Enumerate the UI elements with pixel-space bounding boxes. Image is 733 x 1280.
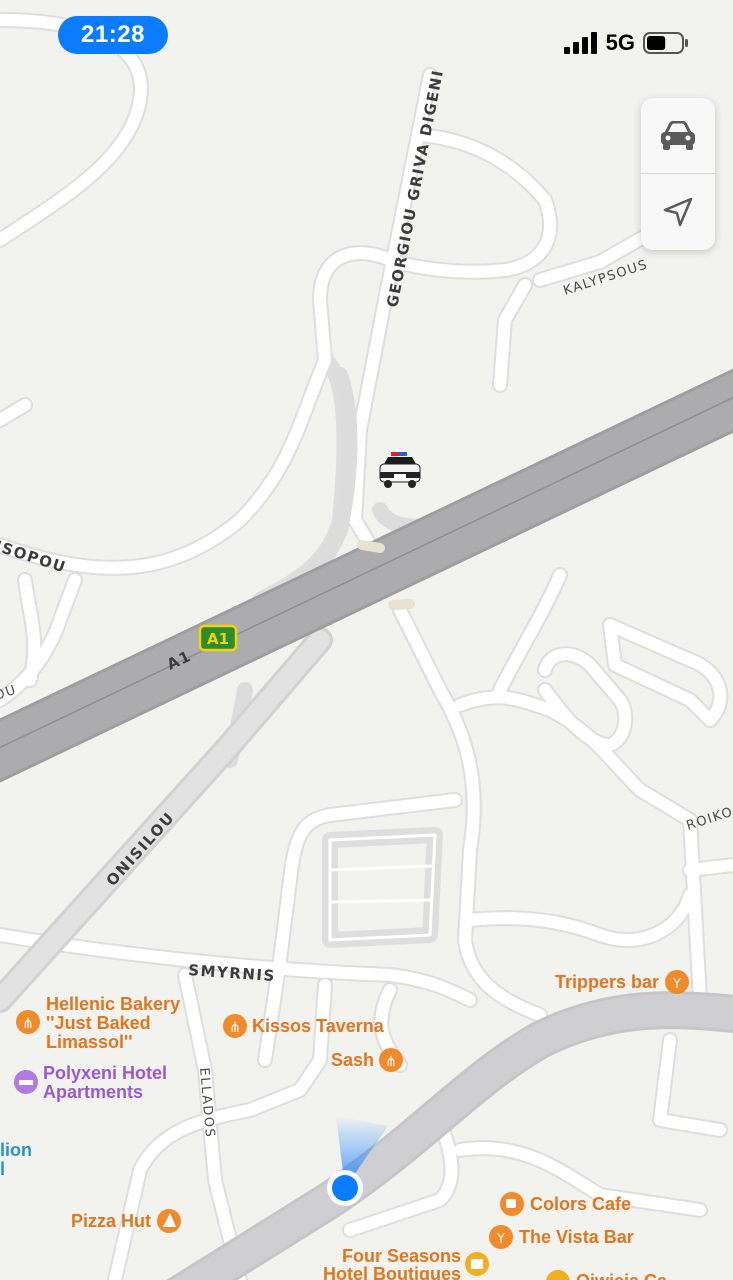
poi-label-line1: Hellenic Bakery	[46, 994, 180, 1014]
poi-colors-cafe[interactable]: Colors Cafe	[500, 1192, 631, 1216]
poi-label: Oiwieia Ca	[576, 1271, 668, 1280]
network-type: 5G	[605, 30, 635, 55]
poi-trippers-bar[interactable]: Y Trippers bar	[555, 970, 689, 994]
bed-icon	[19, 1080, 33, 1085]
driving-mode-button[interactable]	[641, 98, 715, 173]
shopping-bag-icon	[471, 1259, 483, 1269]
coffee-cup-icon	[506, 1199, 516, 1208]
poi-label-line1: lion	[0, 1140, 32, 1160]
fork-knife-icon: ⋔	[22, 1016, 34, 1032]
location-arrow-icon	[663, 197, 693, 226]
poi-pizza-hut[interactable]: Pizza Hut	[71, 1209, 181, 1233]
map-controls-panel	[641, 98, 715, 250]
cocktail-icon: Y	[672, 977, 681, 992]
poi-polyxeni-hotel[interactable]: Polyxeni Hotel Apartments	[14, 1063, 167, 1102]
poi-sash[interactable]: ⋔ Sash	[331, 1048, 403, 1072]
poi-label: Pizza Hut	[71, 1211, 151, 1231]
highway-shield-icon: A1	[198, 624, 238, 652]
road-label-isopou: ISOPOU	[0, 537, 69, 577]
poi-label-line2: ''Just Baked	[46, 1013, 151, 1033]
status-time[interactable]: 21:28	[58, 16, 168, 54]
poi-vista-bar[interactable]: Y The Vista Bar	[489, 1225, 634, 1249]
fork-knife-icon: ⋔	[229, 1020, 241, 1036]
cocktail-icon: Y	[496, 1232, 505, 1247]
poi-label-line1: Polyxeni Hotel	[43, 1063, 167, 1083]
map-canvas[interactable]: A1 GEORGIOU GRIVA DIGENI KALYPSOUS ISOPO…	[0, 0, 733, 1280]
poi-label: Sash	[331, 1050, 374, 1070]
poi-label: Kissos Taverna	[252, 1016, 385, 1036]
poi-label-line1: Four Seasons	[342, 1246, 461, 1266]
poi-four-seasons[interactable]: Four Seasons Hotel Boutiques	[323, 1246, 489, 1280]
poi-hellenic-bakery[interactable]: ⋔ Hellenic Bakery ''Just Baked Limassol'…	[16, 994, 180, 1052]
poi-kissos-taverna[interactable]: ⋔ Kissos Taverna	[223, 1014, 385, 1038]
poi-label-line3: Limassol''	[46, 1032, 133, 1052]
road-label-onisilou: ONISILOU	[103, 808, 179, 889]
battery-icon	[643, 32, 688, 54]
poi-label-line2: Apartments	[43, 1082, 143, 1102]
poi-label-line2: Hotel Boutiques	[323, 1264, 461, 1280]
fork-knife-icon: ⋔	[385, 1054, 397, 1070]
poi-label: The Vista Bar	[519, 1227, 634, 1247]
recenter-location-button[interactable]	[641, 173, 715, 249]
highway-shield-label: A1	[207, 630, 229, 648]
poi-label: Colors Cafe	[530, 1194, 631, 1214]
signal-icon	[563, 32, 597, 54]
police-car-icon[interactable]	[379, 452, 421, 488]
road-label-roiko: ROIKO	[685, 805, 733, 834]
car-icon	[661, 120, 695, 150]
poi-partial-bottom-right[interactable]: Oiwieia Ca	[546, 1270, 668, 1280]
poi-label: Trippers bar	[555, 972, 659, 992]
poi-label-line2: l	[0, 1159, 5, 1179]
poi-partial-lion[interactable]: lion l	[0, 1140, 32, 1179]
status-indicators: 5G	[563, 30, 689, 56]
